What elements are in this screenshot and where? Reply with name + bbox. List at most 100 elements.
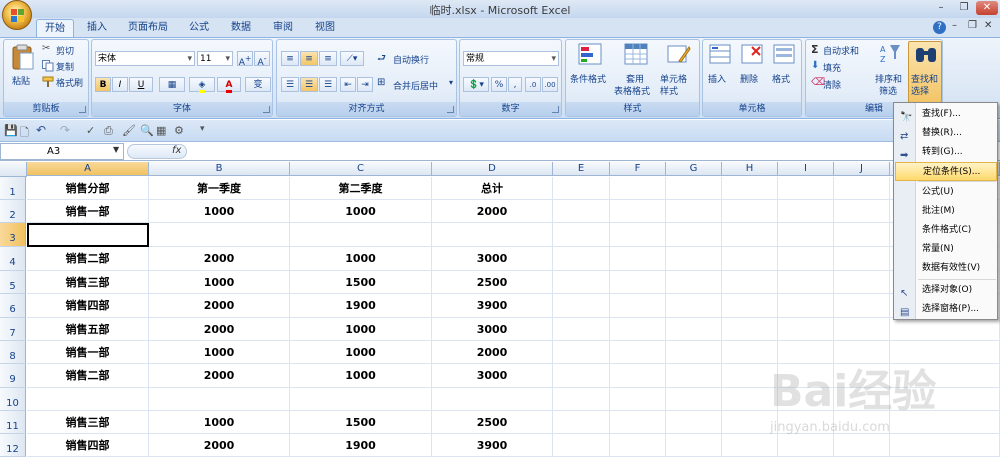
cell-c8[interactable]: 1000 (290, 341, 432, 364)
row-header-9[interactable]: 9 (0, 364, 26, 388)
alignment-dialog-launcher-icon[interactable] (447, 106, 454, 113)
cell-a7[interactable]: 销售五部 (27, 318, 149, 341)
column-header-c[interactable]: C (290, 162, 432, 176)
borders-button[interactable]: ▦ (159, 77, 185, 92)
cell-e3[interactable] (553, 223, 610, 247)
cell-f2[interactable] (610, 200, 666, 223)
cell-a9[interactable]: 销售二部 (27, 364, 149, 388)
autosum-button[interactable]: Σ 自动求和 (811, 43, 873, 57)
cell-d3[interactable] (432, 223, 553, 247)
format-painter-button[interactable]: 格式刷 (42, 75, 88, 89)
menu-item-2[interactable]: ➡ 转到(G)... (895, 143, 997, 162)
cell-a6[interactable]: 销售四部 (27, 294, 149, 318)
cell-j1[interactable] (834, 177, 890, 200)
cell-b10[interactable] (149, 388, 290, 411)
cell-j7[interactable] (834, 318, 890, 341)
cell-g9[interactable] (666, 364, 722, 388)
column-header-h[interactable]: H (722, 162, 778, 176)
cut-button[interactable]: ✂ 剪切 (42, 43, 88, 57)
number-format-combo[interactable]: 常规 ▾ (463, 51, 559, 66)
cell-f12[interactable] (610, 434, 666, 457)
font-name-combo[interactable]: 宋体 ▾ (95, 51, 195, 66)
copy-button[interactable]: 复制 (42, 59, 88, 73)
menu-item-1[interactable]: ⇄ 替换(R)... (895, 124, 997, 143)
cell-i7[interactable] (778, 318, 834, 341)
cell-g6[interactable] (666, 294, 722, 318)
cell-f4[interactable] (610, 247, 666, 271)
font-dialog-launcher-icon[interactable] (263, 106, 270, 113)
decrease-indent-button[interactable]: ⇤ (340, 77, 356, 92)
number-dialog-launcher-icon[interactable] (552, 106, 559, 113)
cell-g4[interactable] (666, 247, 722, 271)
menu-item-3[interactable]: 定位条件(S)... (895, 162, 997, 181)
cell-a8[interactable]: 销售一部 (27, 341, 149, 364)
cell-c2[interactable]: 1000 (290, 200, 432, 223)
menu-item-5[interactable]: 批注(M) (895, 202, 997, 221)
cell-d1[interactable]: 总计 (432, 177, 553, 200)
tab-home[interactable]: 开始 (36, 19, 74, 37)
zoom-icon[interactable]: 🔍 (140, 124, 154, 137)
cell-a1[interactable]: 销售分部 (27, 177, 149, 200)
cell-b5[interactable]: 1000 (149, 271, 290, 294)
cell-e6[interactable] (553, 294, 610, 318)
insert-function-icon[interactable]: fx (172, 145, 181, 156)
align-bottom-button[interactable]: ≡ (319, 51, 337, 66)
orientation-button[interactable]: ⟋▾ (340, 51, 364, 66)
menu-item-6[interactable]: 条件格式(C) (895, 221, 997, 240)
comma-button[interactable]: , (508, 77, 522, 92)
cell-j12[interactable] (834, 434, 890, 457)
row-header-1[interactable]: 1 (0, 177, 26, 200)
phonetic-button[interactable]: 变 (245, 77, 271, 92)
cell-b3[interactable] (149, 223, 290, 247)
cell-d4[interactable]: 3000 (432, 247, 553, 271)
row-header-7[interactable]: 7 (0, 318, 26, 341)
cell-j4[interactable] (834, 247, 890, 271)
row-header-2[interactable]: 2 (0, 200, 26, 223)
row-header-12[interactable]: 12 (0, 434, 26, 457)
workbook-close-icon[interactable]: ✕ (984, 20, 992, 31)
cell-e10[interactable] (553, 388, 610, 411)
format-painter-qat-icon[interactable]: 🖌 (122, 124, 136, 137)
menu-item-0[interactable]: 🔭 查找(F)... (895, 105, 997, 124)
menu-item-8[interactable]: 数据有效性(V) (895, 259, 997, 278)
percent-button[interactable]: % (491, 77, 507, 92)
cell-g10[interactable] (666, 388, 722, 411)
cell-e5[interactable] (553, 271, 610, 294)
column-header-g[interactable]: G (666, 162, 722, 176)
cell-a10[interactable] (27, 388, 149, 411)
cell-d11[interactable]: 2500 (432, 411, 553, 434)
name-box[interactable]: A3 (0, 143, 124, 160)
cell-g1[interactable] (666, 177, 722, 200)
underline-button[interactable]: U (129, 77, 153, 92)
font-size-combo[interactable]: 11 ▾ (197, 51, 233, 66)
insert-cells-button[interactable]: 插入 (705, 43, 735, 101)
cell-e12[interactable] (553, 434, 610, 457)
cell-a3[interactable] (27, 223, 149, 247)
bold-button[interactable]: B (95, 77, 111, 92)
workbook-restore-icon[interactable]: ❐ (968, 20, 977, 31)
select-all-corner[interactable] (0, 162, 27, 177)
minimize-button[interactable]: – (930, 1, 952, 15)
cell-b11[interactable]: 1000 (149, 411, 290, 434)
grow-font-button[interactable]: A+ (237, 51, 253, 68)
cell-i4[interactable] (778, 247, 834, 271)
cell-b1[interactable]: 第一季度 (149, 177, 290, 200)
row-header-10[interactable]: 10 (0, 388, 26, 411)
cell-c3[interactable] (290, 223, 432, 247)
cell-i5[interactable] (778, 271, 834, 294)
merge-center-button[interactable]: ⊞ 合并后居中 ▾ (377, 77, 457, 92)
cell-f5[interactable] (610, 271, 666, 294)
cell-d12[interactable]: 3900 (432, 434, 553, 457)
cell-i1[interactable] (778, 177, 834, 200)
cell-b9[interactable]: 2000 (149, 364, 290, 388)
cell-g12[interactable] (666, 434, 722, 457)
increase-decimal-button[interactable]: .0 (525, 77, 541, 92)
cell-g11[interactable] (666, 411, 722, 434)
tab-review[interactable]: 审阅 (264, 19, 302, 37)
cell-e4[interactable] (553, 247, 610, 271)
cell-i2[interactable] (778, 200, 834, 223)
cell-e1[interactable] (553, 177, 610, 200)
redo-icon[interactable]: ↷ (60, 123, 70, 137)
cell-b7[interactable]: 2000 (149, 318, 290, 341)
clear-button[interactable]: ⌫ 清除 (811, 77, 873, 91)
